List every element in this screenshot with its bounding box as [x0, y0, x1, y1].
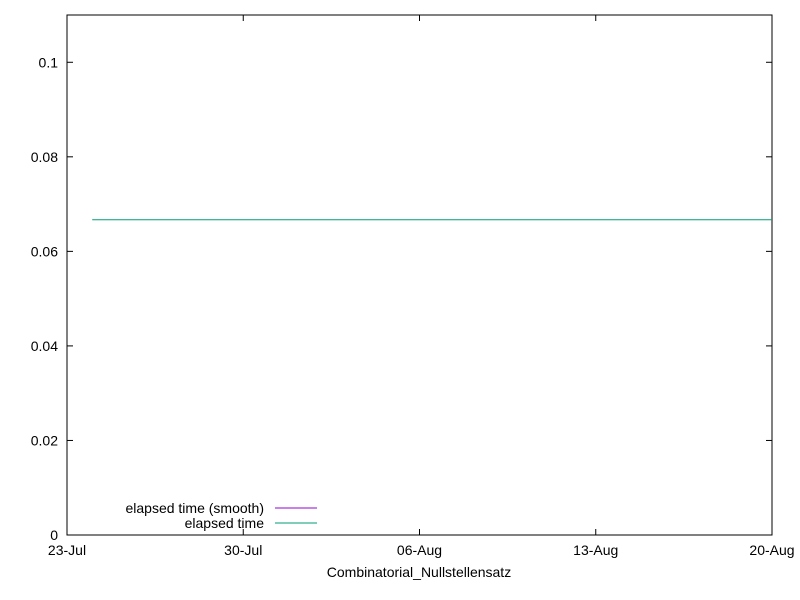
- y-axis: 0 0.02 0.04 0.06 0.08 0.1: [31, 54, 772, 543]
- legend-label: elapsed time: [185, 515, 265, 531]
- y-tick-label: 0.1: [39, 54, 59, 70]
- x-tick-label: 20-Aug: [749, 542, 794, 558]
- y-tick-label: 0.04: [31, 338, 58, 354]
- y-tick-label: 0.08: [31, 149, 58, 165]
- line-chart: 0 0.02 0.04 0.06 0.08 0.1 23-Jul 30-Jul 06-Aug 1…: [31, 14, 795, 580]
- x-tick-label: 30-Jul: [224, 542, 262, 558]
- y-tick-label: 0.06: [31, 243, 58, 259]
- legend-label: elapsed time (smooth): [125, 500, 264, 516]
- x-tick-label: 13-Aug: [573, 542, 618, 558]
- x-axis-label: Combinatorial_Nullstellensatz: [327, 564, 511, 580]
- legend: elapsed time (smooth)elapsed time: [125, 500, 317, 531]
- x-axis: 23-Jul 30-Jul 06-Aug 13-Aug 20-Aug: [48, 15, 795, 558]
- y-tick-label: 0.02: [31, 432, 58, 448]
- x-tick-label: 23-Jul: [48, 542, 86, 558]
- x-tick-label: 06-Aug: [397, 542, 442, 558]
- y-tick-label: 0: [50, 527, 58, 543]
- plot-frame: [66, 14, 773, 536]
